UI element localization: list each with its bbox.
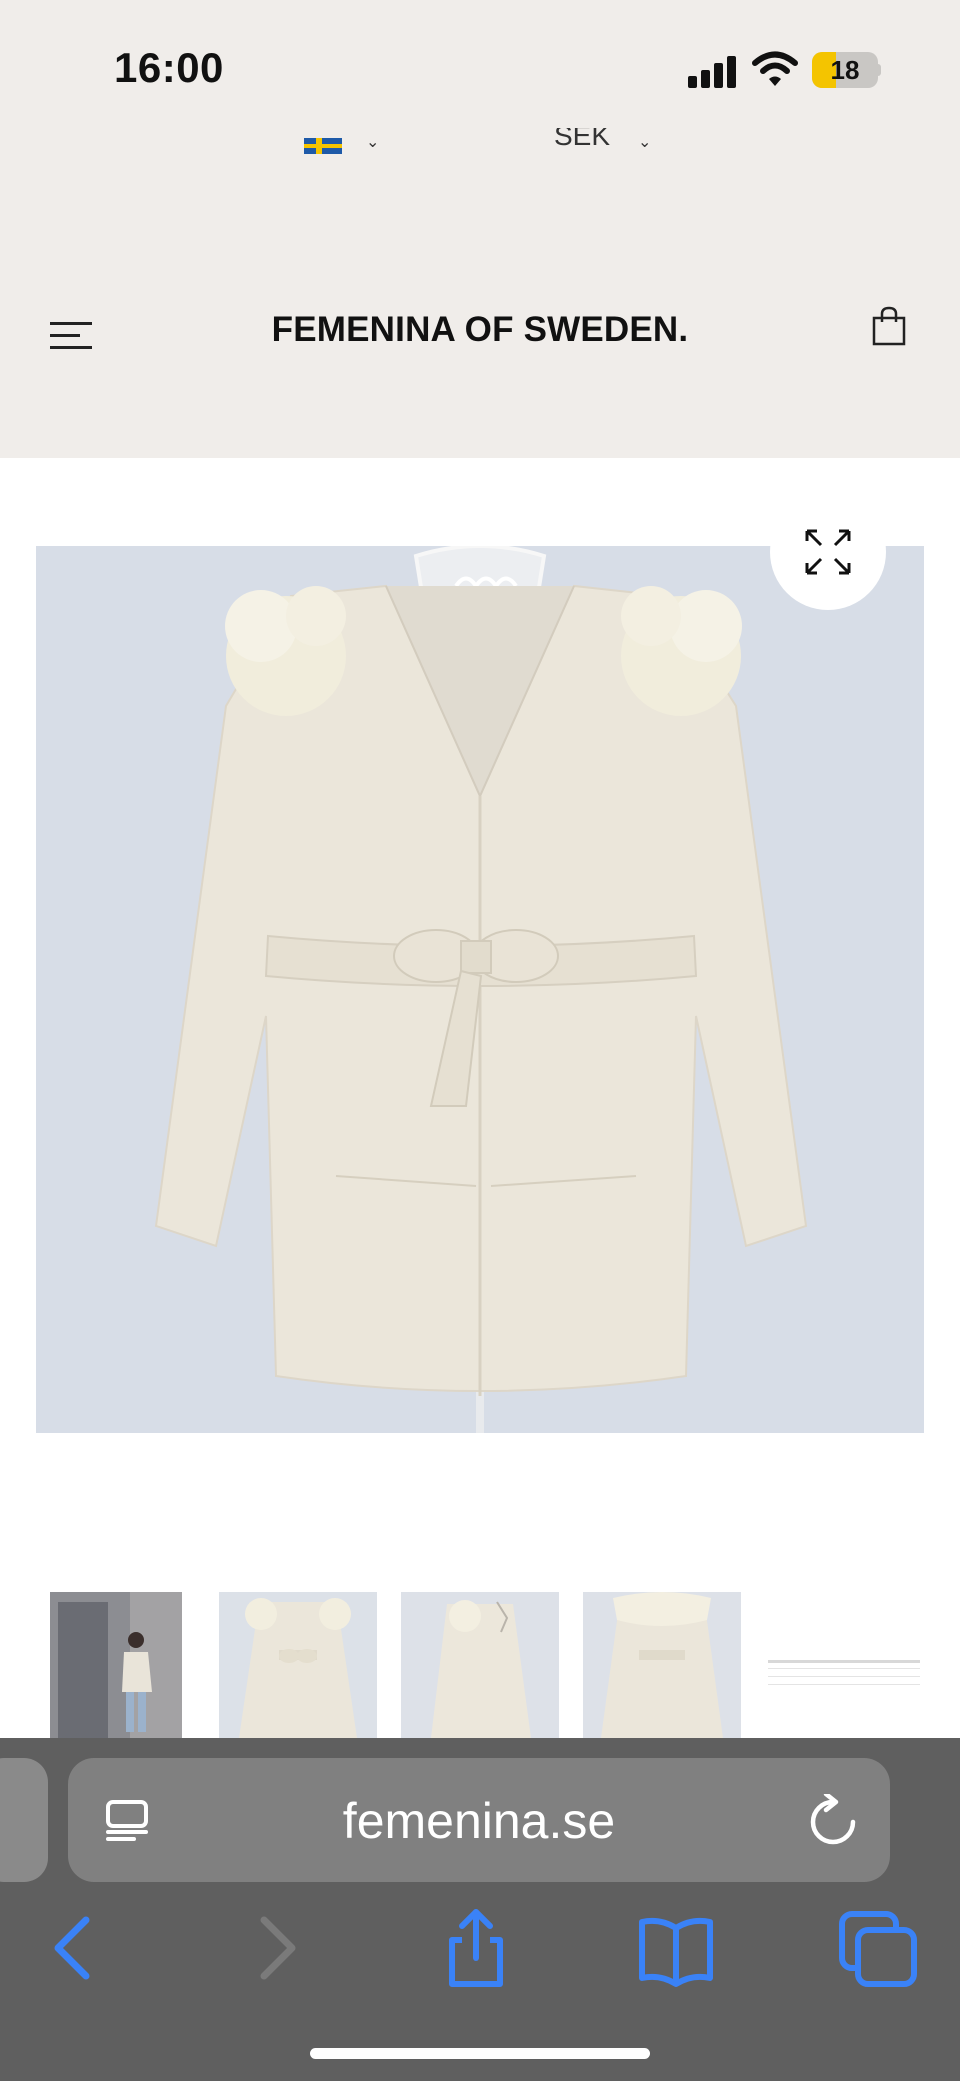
shopping-bag-icon[interactable] (872, 306, 906, 346)
reload-icon[interactable] (808, 1794, 858, 1846)
tabs-icon[interactable] (836, 1906, 920, 1990)
battery-icon: 18 (812, 52, 878, 88)
currency-selector[interactable]: SEK (554, 128, 610, 152)
bookmarks-icon[interactable] (634, 1906, 718, 1990)
signal-icon (688, 54, 738, 88)
expand-icon (805, 529, 851, 575)
thumbnail-3[interactable] (401, 1592, 559, 1738)
locale-selector-row[interactable]: ⌄ SEK ⌄ (300, 128, 680, 154)
battery-level: 18 (830, 55, 860, 85)
chevron-down-icon[interactable]: ⌄ (366, 132, 379, 152)
address-bar[interactable]: femenina.se (68, 1758, 890, 1882)
status-time: 16:00 (114, 44, 224, 91)
battery-tip (876, 64, 881, 76)
sweden-flag-icon[interactable] (304, 138, 342, 154)
previous-tab-preview[interactable] (0, 1758, 48, 1882)
brand-logo[interactable]: FEMENINA OF SWEDEN. (0, 310, 960, 350)
url-text[interactable]: femenina.se (68, 1792, 890, 1850)
page: 16:00 18 ⌄ SEK ⌄ FEMENINA OF SWEDEN. fem… (0, 0, 960, 2081)
wifi-icon (752, 51, 798, 86)
product-main-image[interactable] (36, 546, 924, 1433)
thumbnail-1[interactable] (50, 1592, 182, 1738)
share-icon[interactable] (434, 1906, 518, 1990)
thumbnail-strip (0, 1592, 960, 1738)
forward-icon[interactable] (234, 1906, 318, 1990)
home-indicator[interactable] (310, 2048, 650, 2059)
browser-toolbar: femenina.se (0, 1738, 960, 2081)
site-header: 16:00 18 ⌄ SEK ⌄ FEMENINA OF SWEDEN. (0, 0, 960, 458)
thumbnail-5-size-chart[interactable] (764, 1592, 924, 1738)
coat-illustration (36, 546, 924, 1433)
chevron-down-icon[interactable]: ⌄ (638, 132, 651, 152)
fullscreen-button[interactable] (770, 494, 886, 610)
thumbnail-2[interactable] (219, 1592, 377, 1738)
thumbnail-4[interactable] (583, 1592, 741, 1738)
back-icon[interactable] (28, 1906, 112, 1990)
